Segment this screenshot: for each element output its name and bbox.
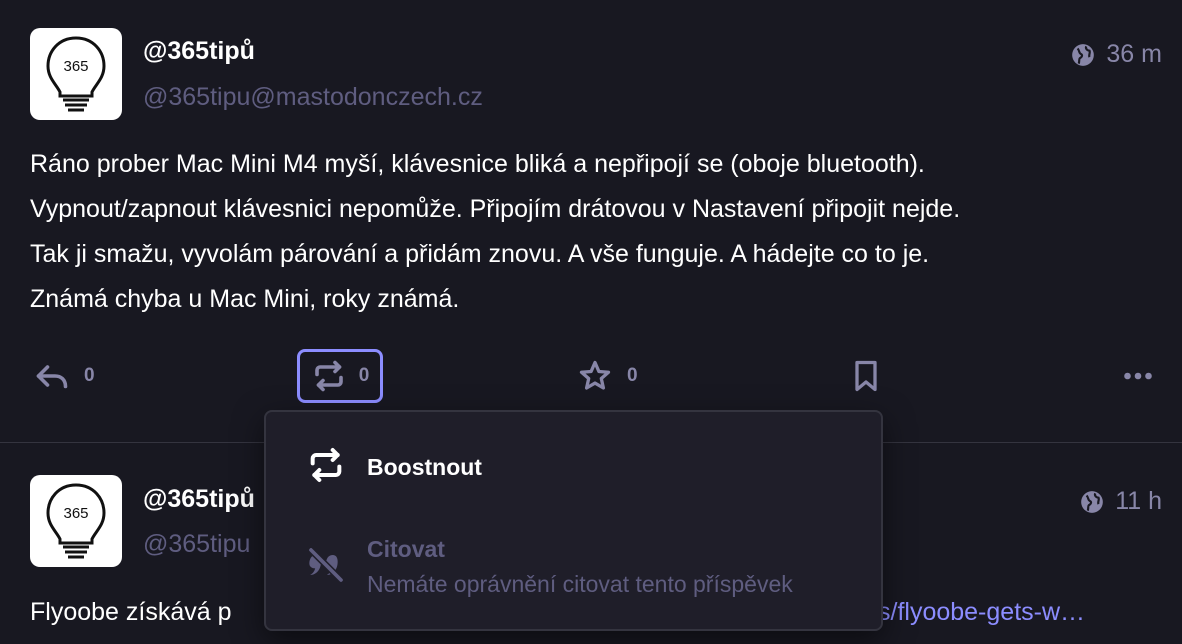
svg-text:365: 365 bbox=[63, 505, 88, 522]
avatar[interactable]: 365 bbox=[30, 28, 122, 120]
content-line: Tak ji smažu, vyvolám párování a přidám … bbox=[30, 240, 930, 268]
display-name[interactable]: @365tipů bbox=[143, 37, 255, 66]
menu-item-label: Citovat bbox=[367, 536, 445, 562]
boost-button[interactable]: 0 bbox=[297, 349, 383, 403]
reply-count: 0 bbox=[84, 365, 95, 386]
content-text: Flyoobe získává p bbox=[30, 598, 232, 626]
more-options-button[interactable] bbox=[1120, 350, 1156, 402]
status-post[interactable]: 365 @365tipů @365tipu@mastodonczech.cz 3… bbox=[0, 0, 1182, 443]
display-name[interactable]: @365tipů bbox=[143, 485, 255, 514]
boost-icon bbox=[314, 360, 343, 392]
svg-text:365: 365 bbox=[63, 58, 88, 75]
content-line: Vypnout/zapnout klávesnici nepomůže. Při… bbox=[30, 195, 961, 223]
quote-disabled-icon bbox=[308, 547, 344, 583]
account-handle[interactable]: @365tipu bbox=[143, 530, 250, 559]
menu-item-label: Boostnout bbox=[367, 454, 482, 480]
boost-icon bbox=[310, 448, 342, 482]
content-line: Známá chyba u Mac Mini, roky známá. bbox=[30, 285, 460, 313]
post-timestamp[interactable]: 11 h bbox=[1079, 487, 1162, 516]
avatar[interactable]: 365 bbox=[30, 475, 122, 567]
lightbulb-logo: 365 bbox=[46, 36, 106, 112]
globe-icon bbox=[1072, 43, 1095, 66]
more-icon bbox=[1124, 372, 1152, 380]
lightbulb-logo: 365 bbox=[46, 483, 106, 559]
post-content: Ráno prober Mac Mini M4 myší, klávesnice… bbox=[30, 142, 1160, 322]
account-handle[interactable]: @365tipu@mastodonczech.cz bbox=[143, 83, 483, 112]
reply-icon bbox=[36, 365, 68, 389]
content-link[interactable]: s/flyoobe-gets-w… bbox=[878, 590, 1085, 635]
menu-item-boost[interactable]: Boostnout bbox=[266, 442, 881, 492]
favourite-count: 0 bbox=[627, 365, 638, 386]
boost-menu: Boostnout Citovat Nemáte oprávnění citov… bbox=[264, 410, 883, 631]
boost-count: 0 bbox=[358, 365, 370, 386]
timestamp-text: 36 m bbox=[1106, 40, 1162, 68]
content-line: Ráno prober Mac Mini M4 myší, klávesnice… bbox=[30, 150, 925, 178]
reply-button[interactable]: 0 bbox=[34, 350, 95, 402]
favourite-button[interactable]: 0 bbox=[577, 350, 638, 402]
menu-item-quote: Citovat Nemáte oprávnění citovat tento p… bbox=[266, 532, 881, 612]
bookmark-button[interactable] bbox=[848, 350, 884, 402]
bookmark-icon bbox=[855, 360, 877, 392]
post-timestamp[interactable]: 36 m bbox=[1070, 40, 1162, 69]
star-icon bbox=[579, 360, 611, 390]
menu-item-description: Nemáte oprávnění citovat tento příspěvek bbox=[367, 571, 793, 597]
timestamp-text: 11 h bbox=[1115, 487, 1162, 515]
globe-icon bbox=[1081, 490, 1104, 513]
